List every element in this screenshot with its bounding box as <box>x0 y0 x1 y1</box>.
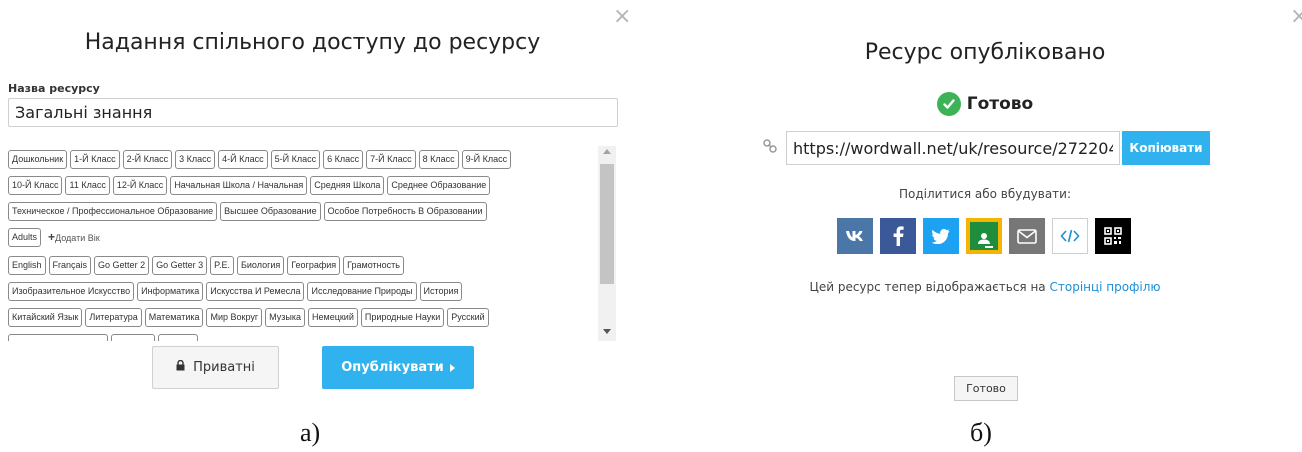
age-tag-tag[interactable]: 3 Класс <box>175 149 216 169</box>
subject-tag-tag[interactable]: География <box>287 255 341 275</box>
scroll-thumb[interactable] <box>600 164 614 284</box>
subject-tag-tag[interactable]: Исследование Природы <box>307 281 417 301</box>
age-tag-row: Техническое / Профессиональное Образован… <box>8 200 596 222</box>
private-button[interactable]: Приватні <box>152 346 279 389</box>
subject-tag-tag[interactable]: Искусства И Ремесла <box>206 281 305 301</box>
link-icon <box>763 139 777 157</box>
publish-button-label: Опублікувати <box>341 360 444 375</box>
age-tag-tag[interactable]: 8 Класс <box>418 149 459 169</box>
subject-tag-tag[interactable] <box>158 333 198 341</box>
add-age-label: Додати Вік <box>55 233 100 243</box>
resource-name-label: Назва ресурсу <box>8 82 100 95</box>
subject-tag-tag[interactable]: English <box>8 255 46 275</box>
twitter-icon[interactable] <box>923 218 959 254</box>
profile-notice: Цей ресурс тепер відображається на Сторі… <box>660 280 1302 294</box>
scroll-up-icon[interactable] <box>603 149 611 154</box>
age-tag-row: Adults +Додати Вік <box>8 226 596 248</box>
share-dialog-title: Надання спільного доступу до ресурсу <box>84 30 541 55</box>
subject-tag-tag[interactable]: Математика <box>144 307 204 327</box>
lock-icon <box>176 359 185 375</box>
subject-tag-tag[interactable]: Музыка <box>265 307 305 327</box>
subject-tag-tag[interactable]: Биология <box>236 255 285 275</box>
status-text: Готово <box>966 94 1034 114</box>
subject-tag-tag[interactable]: Немецкий <box>308 307 358 327</box>
age-tags-group: Дошкольник 1-Й Класс 2-Й Класс 3 Класс 4-Й К… <box>8 148 596 248</box>
subject-tag-row: Изобразительное Искусство Информатика Иску… <box>8 280 596 302</box>
resource-url-field[interactable] <box>786 131 1120 165</box>
right-close-icon[interactable]: × <box>1290 6 1302 28</box>
embed-icon[interactable] <box>1052 218 1088 254</box>
resource-name-input[interactable] <box>8 98 618 127</box>
check-circle-icon <box>936 92 961 116</box>
subject-tag-tag[interactable]: Go Getter 2 <box>94 255 150 275</box>
subject-tag-tag[interactable]: Français <box>48 255 92 275</box>
private-button-label: Приватні <box>193 360 255 375</box>
age-tag-tag[interactable]: Высшее Образование <box>220 201 321 221</box>
subject-tag-tag[interactable]: Русский <box>447 307 489 327</box>
subject-tag-tag[interactable]: Изобразительное Искусство <box>8 281 135 301</box>
caret-right-icon <box>449 363 455 372</box>
published-dialog-title: Ресурс опубліковано <box>864 40 1106 65</box>
subject-tag-tag[interactable]: Литература <box>85 307 142 327</box>
status-row: Готово <box>660 92 1302 116</box>
subject-tag-tag[interactable]: Информатика <box>137 281 204 301</box>
email-icon[interactable] <box>1009 218 1045 254</box>
left-close-icon[interactable]: × <box>613 6 631 28</box>
subject-tag-tag[interactable]: Грамотность <box>343 255 404 275</box>
age-tag-tag[interactable]: Дошкольник <box>8 149 68 169</box>
share-buttons <box>837 218 1138 254</box>
age-tag-tag[interactable]: Среднее Образование <box>387 175 491 195</box>
subject-tag-row: Китайский Язык Литература Математика Мир Во… <box>8 306 596 328</box>
subject-tag-row <box>8 332 596 341</box>
subject-tag-tag[interactable]: Мир Вокруг <box>206 307 263 327</box>
subject-tag-tag[interactable]: Китайский Язык <box>8 307 83 327</box>
age-tag-tag[interactable]: Техническое / Профессиональное Образован… <box>8 201 218 221</box>
vk-icon[interactable] <box>837 218 873 254</box>
qr-code-icon[interactable] <box>1095 218 1131 254</box>
age-tag-tag[interactable]: 5-Й Класс <box>270 149 321 169</box>
publish-button[interactable]: Опублікувати <box>322 346 474 389</box>
age-tag-tag[interactable]: 10-Й Класс <box>8 175 63 195</box>
subject-tag-tag[interactable]: Go Getter 3 <box>152 255 208 275</box>
age-tag-tag[interactable]: 7-Й Класс <box>366 149 416 169</box>
tags-container: Дошкольник 1-Й Класс 2-Й Класс 3 Класс 4-Й К… <box>8 148 596 341</box>
age-tag-tag[interactable]: 11 Класс <box>65 175 110 195</box>
age-tag-tag[interactable]: Adults <box>8 227 42 247</box>
age-tag-tag[interactable]: 4-Й Класс <box>218 149 268 169</box>
age-tag-tag[interactable]: Средняя Школа <box>310 175 385 195</box>
subject-tag-tag[interactable]: P.E. <box>210 255 234 275</box>
age-tag-tag[interactable]: Особое Потребность В Образовании <box>323 201 487 221</box>
age-tag-tag[interactable]: 2-Й Класс <box>122 149 173 169</box>
age-tag-tag[interactable]: 6 Класс <box>323 149 364 169</box>
profile-notice-text: Цей ресурс тепер відображається на <box>809 280 1046 294</box>
profile-page-link[interactable]: Сторінці профілю <box>1049 280 1160 294</box>
facebook-icon[interactable] <box>880 218 916 254</box>
subject-tag-tag[interactable]: История <box>419 281 463 301</box>
share-label: Поділитися або вбудувати: <box>898 187 1072 201</box>
copy-button[interactable]: Копіювати <box>1122 131 1210 165</box>
plus-icon: + <box>48 230 56 244</box>
tags-scrollbar[interactable] <box>598 146 616 341</box>
add-age-link[interactable]: +Додати Вік <box>48 230 100 244</box>
subject-tag-tag[interactable] <box>8 333 108 341</box>
age-tag-row: Дошкольник 1-Й Класс 2-Й Класс 3 Класс 4-Й К… <box>8 148 596 170</box>
caption-b: б) <box>970 418 992 447</box>
subject-tags-group: English Français Go Getter 2 Go Getter 3 P.E… <box>8 254 596 341</box>
age-tag-tag[interactable]: 1-Й Класс <box>70 149 120 169</box>
age-tag-row: 10-Й Класс 11 Класс 12-Й Класс Начальная Шк… <box>8 174 596 196</box>
age-tag-tag[interactable]: 12-Й Класс <box>112 175 168 195</box>
caption-a: а) <box>300 418 321 447</box>
age-tag-tag[interactable]: Начальная Школа / Начальная <box>170 175 308 195</box>
subject-tag-tag[interactable]: Природные Науки <box>360 307 445 327</box>
done-button[interactable]: Готово <box>954 376 1018 401</box>
subject-tag-row: English Français Go Getter 2 Go Getter 3 P.E… <box>8 254 596 276</box>
google-classroom-icon[interactable] <box>966 218 1002 254</box>
scroll-down-icon[interactable] <box>603 329 611 334</box>
subject-tag-tag[interactable] <box>111 333 155 341</box>
age-tag-tag[interactable]: 9-Й Класс <box>461 149 512 169</box>
